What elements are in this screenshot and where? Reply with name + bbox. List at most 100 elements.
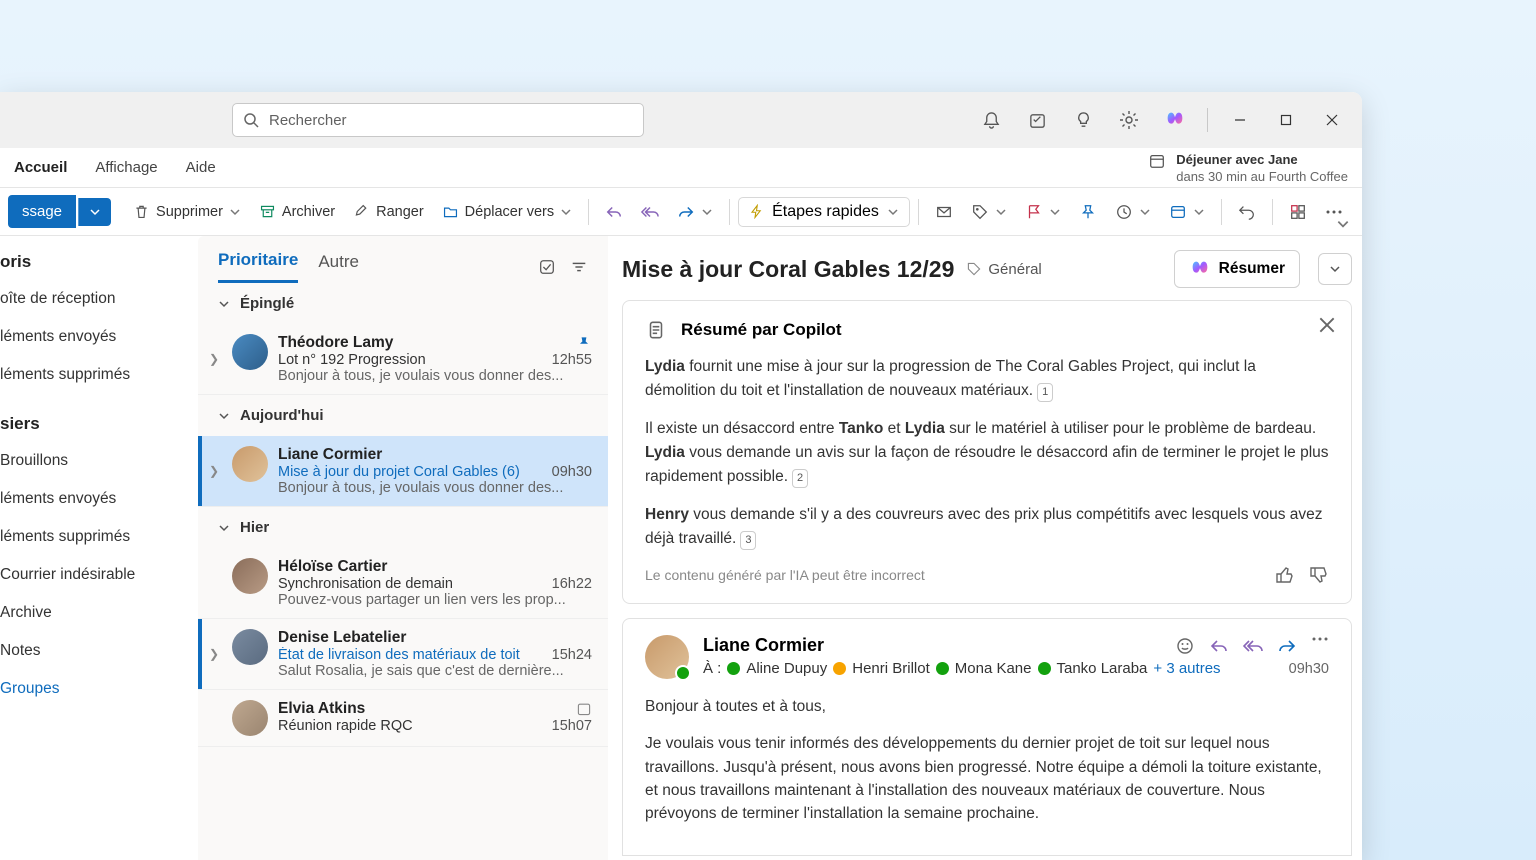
recipient[interactable]: Henri Brillot [852,660,930,677]
summarize-dropdown[interactable] [1318,253,1352,285]
expand-icon[interactable]: ❯ [206,629,222,679]
reference-1[interactable]: 1 [1037,383,1053,402]
select-all-icon[interactable] [538,258,556,276]
expand-icon[interactable]: ❯ [206,446,222,496]
sender-name: Liane Cormier [703,635,824,656]
reply-button[interactable] [597,197,631,227]
message-item[interactable]: ❯ Théodore Lamy Lot n° 192 Progression12… [198,324,608,395]
more-actions-icon[interactable] [1311,636,1329,642]
reply-icon [605,203,623,221]
folder-junk[interactable]: Courrier indésirable [0,556,198,594]
notifications-icon[interactable] [969,100,1013,140]
thumbs-down-icon[interactable] [1309,565,1329,585]
folder-move-icon [442,203,459,220]
search-input[interactable]: Rechercher [232,103,644,137]
message-preview: Salut Rosalia, je sais que c'est de dern… [278,663,592,679]
menu-home[interactable]: Accueil [0,151,81,184]
folder-inbox[interactable]: oîte de réception [0,280,198,318]
presence-icon [727,662,740,675]
folder-deleted[interactable]: léments supprimés [0,356,198,394]
snooze-button[interactable] [1107,197,1159,227]
section-pinned[interactable]: Épinglé [198,283,608,324]
pin-icon [1079,203,1097,221]
folder-groups[interactable]: Groupes [0,670,198,708]
delete-button[interactable]: Supprimer [125,197,249,226]
folder-sent2[interactable]: léments envoyés [0,480,198,518]
my-day-icon[interactable] [1015,100,1059,140]
flag-button[interactable] [1017,197,1069,227]
close-button[interactable] [1310,100,1354,140]
apps-button[interactable] [1281,197,1315,227]
chevron-down-icon [218,522,230,534]
forward-button[interactable] [669,197,721,227]
tab-focused[interactable]: Prioritaire [218,250,298,283]
close-summary-button[interactable] [1319,317,1335,333]
avatar [232,334,268,370]
print-button[interactable] [1161,197,1213,227]
ribbon-collapse[interactable] [1336,217,1350,231]
thumbs-up-icon[interactable] [1275,565,1295,585]
folders-header[interactable]: siers [0,406,198,442]
message-item-selected[interactable]: ❯ Liane Cormier Mise à jour du projet Co… [198,436,608,507]
reference-3[interactable]: 3 [740,531,756,550]
undo-button[interactable] [1230,197,1264,227]
menu-help[interactable]: Aide [172,151,230,184]
message-item[interactable]: ❯ Denise Lebatelier État de livraison de… [198,619,608,690]
expand-icon[interactable]: ❯ [206,334,222,384]
quick-steps-button[interactable]: Étapes rapides [738,197,910,227]
message-subject: Synchronisation de demain [278,576,453,592]
read-unread-button[interactable] [927,197,961,227]
message-preview: Bonjour à tous, je voulais vous donner d… [278,368,592,384]
folder-drafts[interactable]: Brouillons [0,442,198,480]
tab-other[interactable]: Autre [318,252,359,282]
sweep-button[interactable]: Ranger [345,197,432,226]
folder-sent[interactable]: léments envoyés [0,318,198,356]
reply-all-icon [641,203,659,221]
filter-icon[interactable] [570,258,588,276]
more-recipients-link[interactable]: + 3 autres [1153,660,1220,677]
reply-icon[interactable] [1209,636,1229,656]
message-subject: Réunion rapide RQC [278,718,413,734]
avatar [232,446,268,482]
summary-para-3: Henry vous demande s'il y a des couvreur… [645,503,1329,551]
reference-2[interactable]: 2 [792,469,808,488]
message-item[interactable]: Héloïse Cartier Synchronisation de demai… [198,548,608,619]
clock-icon [1115,203,1133,221]
reply-all-icon[interactable] [1243,636,1263,656]
archive-button[interactable]: Archiver [251,197,343,226]
calendar-reminder[interactable]: Déjeuner avec Jane dans 30 min au Fourth… [1148,152,1348,186]
emoji-icon[interactable] [1175,636,1195,656]
copilot-icon[interactable] [1153,100,1197,140]
menu-view[interactable]: Affichage [81,151,171,184]
move-to-button[interactable]: Déplacer vers [434,197,580,226]
category-badge[interactable]: Général [966,261,1041,278]
sender-avatar[interactable] [645,635,689,679]
tag-icon [971,203,989,221]
message-item[interactable]: Elvia Atkins Réunion rapide RQC15h07 [198,690,608,747]
recipient[interactable]: Aline Dupuy [746,660,827,677]
new-message-button[interactable]: ssage [8,195,76,228]
reply-all-button[interactable] [633,197,667,227]
settings-icon[interactable] [1107,100,1151,140]
tips-icon[interactable] [1061,100,1105,140]
ellipsis-icon [1325,209,1343,215]
pin-button[interactable] [1071,197,1105,227]
clipboard-icon [645,319,667,341]
tag-button[interactable] [963,197,1015,227]
maximize-button[interactable] [1264,100,1308,140]
titlebar: Rechercher [0,92,1362,148]
summarize-button[interactable]: Résumer [1174,250,1300,288]
section-today[interactable]: Aujourd'hui [198,395,608,436]
folder-deleted2[interactable]: léments supprimés [0,518,198,556]
forward-icon[interactable] [1277,636,1297,656]
message-from: Elvia Atkins [278,700,365,718]
minimize-button[interactable] [1218,100,1262,140]
recipient[interactable]: Tanko Laraba [1057,660,1148,677]
favorites-header[interactable]: oris [0,244,198,280]
recipient[interactable]: Mona Kane [955,660,1032,677]
new-message-dropdown[interactable] [78,198,111,226]
section-yesterday[interactable]: Hier [198,507,608,548]
folder-archive[interactable]: Archive [0,594,198,632]
folder-notes[interactable]: Notes [0,632,198,670]
calendar-icon [1148,152,1166,170]
